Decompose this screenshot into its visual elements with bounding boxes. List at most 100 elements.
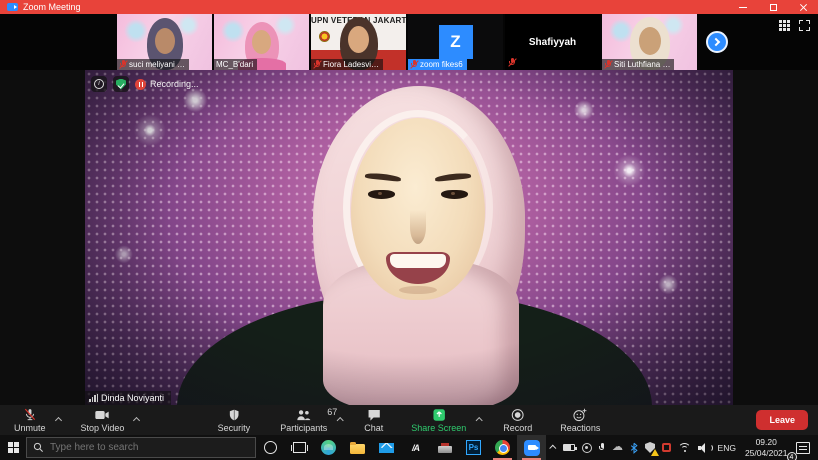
wifi-icon: [678, 443, 691, 453]
battery-icon: [563, 444, 575, 451]
muted-mic-icon: [508, 58, 516, 67]
zoom-camera-icon: [7, 3, 18, 11]
onedrive-tray-button[interactable]: ☁: [609, 435, 627, 460]
participant-face: [252, 30, 271, 54]
leave-button[interactable]: Leave: [756, 410, 808, 430]
meeting-info-button[interactable]: i: [91, 76, 107, 92]
participant-tile-siti[interactable]: Siti Luthfiana …: [602, 14, 697, 70]
participant-face: [348, 26, 369, 53]
volume-tray-button[interactable]: [695, 435, 714, 460]
ia-app-icon: /A: [412, 443, 419, 453]
participant-name-tag: Siti Luthfiana …: [602, 59, 674, 70]
reactions-smiley-icon: [573, 408, 588, 422]
next-participants-button[interactable]: [706, 31, 728, 53]
taskbar-clock[interactable]: 09.2025/04/2021: [740, 435, 793, 460]
photoshop-icon: Ps: [466, 440, 481, 455]
battery-tray-button[interactable]: [560, 435, 579, 460]
close-button[interactable]: [788, 0, 818, 14]
unmute-label: Unmute: [14, 423, 46, 433]
encryption-status-button[interactable]: [113, 76, 129, 92]
muted-mic-icon: [23, 408, 37, 422]
task-view-icon: [293, 442, 306, 453]
upn-crest-logo: [319, 31, 330, 42]
record-label: Record: [503, 423, 532, 433]
search-icon: [33, 442, 44, 453]
video-vignette: [85, 70, 733, 405]
participant-tile-shafiyyah[interactable]: Shafiyyah: [505, 14, 600, 70]
participants-icon: [295, 408, 313, 422]
clock-time: 09.20: [745, 437, 788, 448]
mail-button[interactable]: [372, 435, 401, 460]
info-icon: i: [94, 79, 104, 89]
video-options-chevron[interactable]: [133, 416, 140, 423]
chat-bubble-icon: [366, 408, 381, 422]
participant-name-tag: suci meliyani …: [117, 59, 189, 70]
printer-app-button[interactable]: [430, 435, 459, 460]
mic-tray-button[interactable]: [596, 435, 609, 460]
active-speaker-video[interactable]: i Recording... Dinda Noviyanti: [85, 70, 733, 405]
participant-name-tag: zoom fikes6: [408, 59, 467, 70]
security-button[interactable]: Security: [210, 405, 259, 435]
taskbar-search[interactable]: [26, 437, 256, 458]
start-button[interactable]: [0, 435, 26, 460]
participants-button[interactable]: 67 Participants: [272, 405, 335, 435]
speaker-name: Dinda Noviyanti: [101, 393, 164, 403]
participants-options-chevron[interactable]: [336, 416, 343, 423]
record-icon: [511, 408, 525, 422]
unmute-button[interactable]: Unmute: [6, 405, 54, 435]
task-view-button[interactable]: [285, 435, 314, 460]
cortana-button[interactable]: [256, 435, 285, 460]
meeting-toolbar: Unmute Stop Video Security 67: [0, 405, 818, 435]
cortana-icon: [264, 441, 277, 454]
participant-tile-mcbdari[interactable]: MC_B'dari: [214, 14, 309, 70]
edge-button[interactable]: [314, 435, 343, 460]
audio-options-chevron[interactable]: [54, 416, 61, 423]
stop-video-label: Stop Video: [81, 423, 125, 433]
zoom-app-button[interactable]: [517, 435, 546, 460]
muted-mic-icon: [604, 60, 612, 69]
record-button[interactable]: Record: [495, 405, 540, 435]
participant-tile-suci[interactable]: suci meliyani …: [117, 14, 212, 70]
antivirus-tray-button[interactable]: [659, 435, 675, 460]
share-screen-icon: [431, 408, 446, 422]
action-center-button[interactable]: 4: [793, 435, 818, 460]
participants-count: 67: [327, 407, 337, 417]
recording-label: Recording...: [150, 79, 199, 89]
participant-face: [639, 27, 661, 55]
folder-icon: [350, 444, 365, 454]
chat-label: Chat: [364, 423, 383, 433]
search-input[interactable]: [50, 442, 230, 453]
security-tray-button[interactable]: [642, 435, 659, 460]
language-indicator[interactable]: ENG: [714, 435, 740, 460]
photoshop-button[interactable]: Ps: [459, 435, 488, 460]
window-title: Zoom Meeting: [23, 2, 81, 12]
chat-button[interactable]: Chat: [356, 405, 391, 435]
zoom-app-icon: [524, 440, 540, 456]
participants-label: Participants: [280, 423, 327, 433]
participant-tile-fiora[interactable]: UPN VETERAN JAKARTA Fiora Ladesvi…: [311, 14, 406, 70]
ia-app-button[interactable]: /A: [401, 435, 430, 460]
edge-icon: [321, 440, 336, 455]
close-icon: [799, 3, 807, 11]
security-label: Security: [218, 423, 251, 433]
zoom-meeting-window: Zoom Meeting suci meliyani …: [0, 0, 818, 460]
maximize-icon: [770, 4, 777, 11]
file-explorer-button[interactable]: [343, 435, 372, 460]
chrome-button[interactable]: [488, 435, 517, 460]
recording-indicator[interactable]: Recording...: [135, 79, 199, 90]
share-options-chevron[interactable]: [475, 416, 482, 423]
stop-video-button[interactable]: Stop Video: [73, 405, 133, 435]
maximize-button[interactable]: [758, 0, 788, 14]
participant-tile-zoomfikes[interactable]: Z zoom fikes6: [408, 14, 503, 70]
tray-overflow-chevron[interactable]: [548, 435, 560, 460]
minimize-button[interactable]: [728, 0, 758, 14]
bluetooth-tray-button[interactable]: [627, 435, 642, 460]
reactions-button[interactable]: Reactions: [552, 405, 608, 435]
chrome-icon: [495, 440, 510, 455]
gallery-view-icon[interactable]: [779, 20, 790, 31]
fullscreen-icon[interactable]: [799, 20, 810, 31]
participant-name: MC_B'dari: [216, 60, 253, 69]
webcam-tray-button[interactable]: [579, 435, 596, 460]
wifi-tray-button[interactable]: [675, 435, 695, 460]
share-screen-button[interactable]: Share Screen: [403, 405, 474, 435]
